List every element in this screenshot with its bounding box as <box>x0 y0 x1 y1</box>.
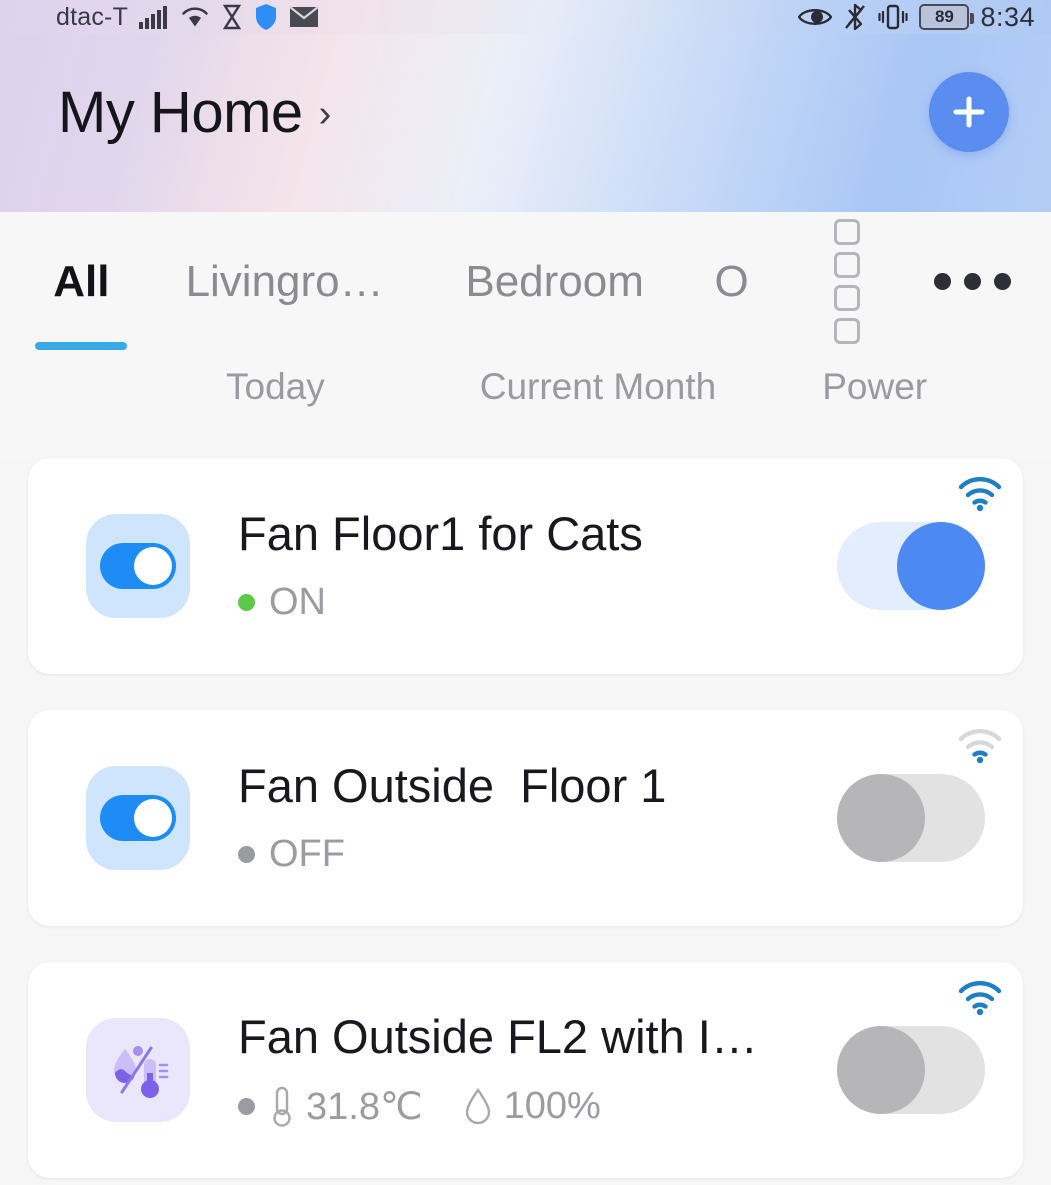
clock-label: 8:34 <box>980 1 1035 32</box>
status-label: ON <box>269 580 326 623</box>
carrier-label: dtac-T <box>56 2 129 31</box>
toggle-knob <box>837 774 925 862</box>
tab-livingroom-label: Livingro… <box>185 257 384 306</box>
device-meta: 31.8℃ 100% <box>238 1084 837 1129</box>
device-toggle[interactable] <box>837 774 985 862</box>
app-header: My Home › <box>0 34 1051 212</box>
device-name: Fan Outside FL2 with I… <box>238 1011 758 1064</box>
shield-icon <box>254 3 278 31</box>
thermometer-icon <box>273 1087 291 1128</box>
home-selector[interactable]: My Home › <box>58 79 331 146</box>
device-list: Fan Floor1 for Cats ON Fan Outside Floor… <box>0 458 1051 1178</box>
summary-today[interactable]: Today <box>226 366 325 408</box>
tab-all[interactable]: All <box>40 250 123 314</box>
summary-power[interactable]: Power <box>822 366 927 408</box>
vibrate-icon <box>878 3 909 31</box>
status-dot <box>238 593 255 611</box>
dot <box>964 272 981 290</box>
toggle-knob <box>897 522 985 610</box>
more-options-icon[interactable] <box>934 250 1011 312</box>
device-info: Fan Outside Floor 1 OFF <box>238 760 837 876</box>
grid-cell <box>834 284 861 311</box>
status-dot <box>238 845 255 863</box>
temp-humidity-sensor-icon <box>86 1018 190 1122</box>
chevron-right-icon: › <box>318 93 332 135</box>
device-toggle[interactable] <box>837 1026 985 1114</box>
mail-icon <box>289 5 319 29</box>
tab-bedroom[interactable]: Bedroom <box>465 250 644 314</box>
device-name: Fan Outside Floor 1 <box>238 760 667 813</box>
device-info: Fan Outside FL2 with I… 31.8℃ 100% <box>238 1011 837 1129</box>
hourglass-icon <box>221 4 243 30</box>
device-meta: OFF <box>238 833 837 876</box>
tab-o[interactable]: O <box>713 250 751 314</box>
wifi-icon <box>957 980 1003 1021</box>
status-bar-right: 89 8:34 <box>798 2 1035 33</box>
signal-icon <box>139 5 169 29</box>
wifi-icon <box>957 476 1003 517</box>
device-meta: ON <box>238 581 837 624</box>
temperature-value: 31.8℃ <box>306 1085 423 1128</box>
bluetooth-off-icon <box>843 3 867 31</box>
device-card[interactable]: Fan Outside Floor 1 OFF <box>28 710 1023 926</box>
tab-bedroom-label: Bedroom <box>465 257 644 306</box>
device-card[interactable]: Fan Outside FL2 with I… 31.8℃ 100% <box>28 962 1023 1178</box>
grid-cell <box>834 251 861 278</box>
toggle-knob <box>837 1026 925 1114</box>
tab-o-label: O <box>714 257 749 306</box>
tab-livingroom[interactable]: Livingro… <box>185 250 385 314</box>
status-bar-left: dtac-T <box>56 3 319 32</box>
wifi-icon <box>957 728 1003 769</box>
summary-header: Today Current Month Power <box>0 362 1051 458</box>
device-toggle[interactable] <box>837 522 985 610</box>
grid-cell <box>834 218 861 245</box>
temperature-reading: 31.8℃ <box>269 1084 423 1129</box>
wifi-icon <box>180 5 210 29</box>
plus-icon <box>953 96 985 128</box>
tab-all-label: All <box>53 257 110 306</box>
battery-level: 89 <box>934 7 954 26</box>
status-dot <box>238 1097 255 1115</box>
switch-icon <box>86 514 190 618</box>
status-label: OFF <box>269 832 345 875</box>
device-info: Fan Floor1 for Cats ON <box>238 508 837 624</box>
humidity-reading: 100% <box>463 1085 601 1128</box>
grid-cell <box>834 317 861 344</box>
grid-view-icon[interactable] <box>821 218 874 344</box>
room-tab-bar: All Livingro… Bedroom O <box>0 212 1051 362</box>
device-card[interactable]: Fan Floor1 for Cats ON <box>28 458 1023 674</box>
summary-current-month[interactable]: Current Month <box>480 366 717 408</box>
switch-glyph <box>100 795 176 841</box>
status-bar: dtac-T 89 8:34 <box>0 0 1051 34</box>
switch-icon <box>86 766 190 870</box>
battery-icon: 89 <box>919 4 975 30</box>
switch-glyph <box>100 543 176 589</box>
humidity-value: 100% <box>503 1084 601 1127</box>
page-title: My Home <box>58 79 303 145</box>
eye-icon <box>798 5 833 29</box>
device-name: Fan Floor1 for Cats <box>238 508 643 561</box>
humidity-droplet-icon <box>465 1088 490 1125</box>
add-device-button[interactable] <box>929 72 1009 152</box>
dot <box>994 272 1011 290</box>
dot <box>934 272 951 290</box>
